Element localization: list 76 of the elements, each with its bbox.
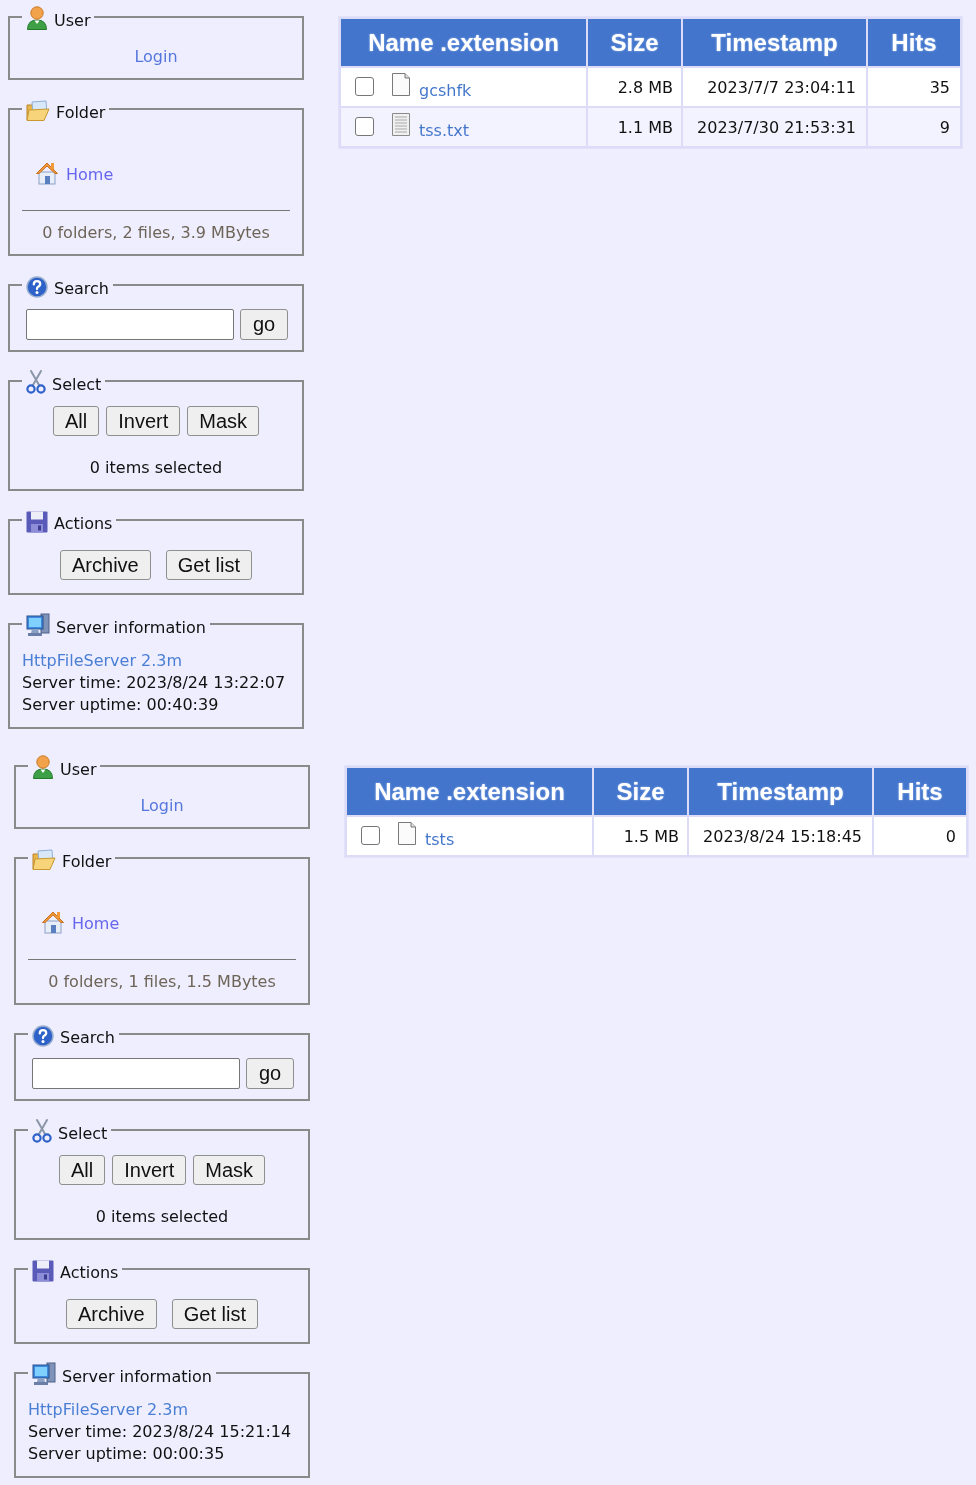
hits-cell: 35 bbox=[868, 68, 960, 106]
login-link[interactable]: Login bbox=[134, 47, 178, 66]
go-button[interactable]: go bbox=[246, 1058, 295, 1089]
column-header: Hits bbox=[868, 19, 960, 66]
mask-button[interactable]: Mask bbox=[193, 1155, 266, 1185]
file-icon bbox=[391, 73, 411, 96]
panel-title: Select bbox=[58, 1125, 108, 1143]
folder-icon bbox=[32, 849, 56, 871]
column-header: Name .extension bbox=[347, 768, 592, 815]
panel-title: Select bbox=[52, 376, 102, 394]
row-checkbox[interactable] bbox=[361, 826, 380, 845]
folder-summary: 0 folders, 1 files, 1.5 MBytes bbox=[47, 972, 277, 992]
computer-icon bbox=[32, 1362, 56, 1386]
row-checkbox[interactable] bbox=[355, 117, 374, 136]
search-field[interactable] bbox=[26, 309, 234, 340]
file-name-link[interactable]: tsts bbox=[425, 830, 455, 850]
invert-selection-button[interactable]: Invert bbox=[112, 1155, 187, 1185]
home-link[interactable]: Home bbox=[36, 161, 114, 185]
column-header: Hits bbox=[874, 768, 966, 815]
selection-count: 0 items selected bbox=[94, 1207, 230, 1227]
panel-title: Server information bbox=[56, 619, 206, 637]
server-info-line: Server time: 2023/8/24 15:21:14 bbox=[28, 1421, 293, 1443]
server-info-line: Server uptime: 00:40:39 bbox=[22, 694, 220, 716]
search-field[interactable] bbox=[32, 1058, 240, 1089]
size-cell: 1.5 MB bbox=[594, 817, 687, 855]
home-icon bbox=[42, 910, 64, 934]
user-icon bbox=[32, 755, 54, 779]
column-header: Name .extension bbox=[341, 19, 586, 66]
column-header: Size bbox=[588, 19, 681, 66]
size-cell: 1.1 MB bbox=[588, 108, 681, 146]
hits-cell: 9 bbox=[868, 108, 960, 146]
timestamp-cell: 2023/7/7 23:04:11 bbox=[683, 68, 866, 106]
scissors-icon bbox=[32, 1119, 52, 1143]
panel-title: Folder bbox=[56, 104, 106, 122]
archive-button[interactable]: Archive bbox=[66, 1299, 157, 1329]
selection-count: 0 items selected bbox=[88, 458, 224, 478]
text-file-icon bbox=[391, 113, 411, 136]
panel-title: Search bbox=[54, 280, 109, 298]
home-icon bbox=[36, 161, 58, 185]
panel-title: User bbox=[60, 761, 97, 779]
archive-button[interactable]: Archive bbox=[60, 550, 151, 580]
get-list-button[interactable]: Get list bbox=[165, 550, 252, 580]
select-all-button[interactable]: All bbox=[52, 406, 100, 436]
invert-selection-button[interactable]: Invert bbox=[106, 406, 181, 436]
file-name-link[interactable]: tss.txt bbox=[419, 121, 470, 141]
panel-title: Actions bbox=[60, 1264, 119, 1282]
get-list-button[interactable]: Get list bbox=[171, 1299, 258, 1329]
server-info-line: Server time: 2023/8/24 13:22:07 bbox=[22, 672, 287, 694]
size-cell: 2.8 MB bbox=[588, 68, 681, 106]
mask-button[interactable]: Mask bbox=[187, 406, 260, 436]
home-link[interactable]: Home bbox=[42, 910, 120, 934]
go-button[interactable]: go bbox=[240, 309, 289, 340]
file-icon bbox=[397, 822, 417, 845]
scissors-icon bbox=[26, 370, 46, 394]
folder-icon bbox=[26, 100, 50, 122]
computer-icon bbox=[26, 613, 50, 637]
help-icon bbox=[26, 276, 48, 298]
user-icon bbox=[26, 6, 48, 30]
panel-title: Folder bbox=[62, 853, 112, 871]
panel-title: Search bbox=[60, 1029, 115, 1047]
column-header: Timestamp bbox=[683, 19, 866, 66]
timestamp-cell: 2023/7/30 21:53:31 bbox=[683, 108, 866, 146]
hits-cell: 0 bbox=[874, 817, 966, 855]
panel-title: Actions bbox=[54, 515, 113, 533]
column-header: Timestamp bbox=[689, 768, 872, 815]
folder-summary: 0 folders, 2 files, 3.9 MBytes bbox=[41, 223, 271, 243]
column-header: Size bbox=[594, 768, 687, 815]
panel-title: Server information bbox=[62, 1368, 212, 1386]
login-link[interactable]: Login bbox=[140, 796, 184, 815]
panel-title: User bbox=[54, 12, 91, 30]
help-icon bbox=[32, 1025, 54, 1047]
file-name-link[interactable]: gcshfk bbox=[419, 81, 472, 101]
select-all-button[interactable]: All bbox=[58, 1155, 106, 1185]
timestamp-cell: 2023/8/24 15:18:45 bbox=[689, 817, 872, 855]
row-checkbox[interactable] bbox=[355, 77, 374, 96]
server-info-line: Server uptime: 00:00:35 bbox=[28, 1443, 226, 1465]
